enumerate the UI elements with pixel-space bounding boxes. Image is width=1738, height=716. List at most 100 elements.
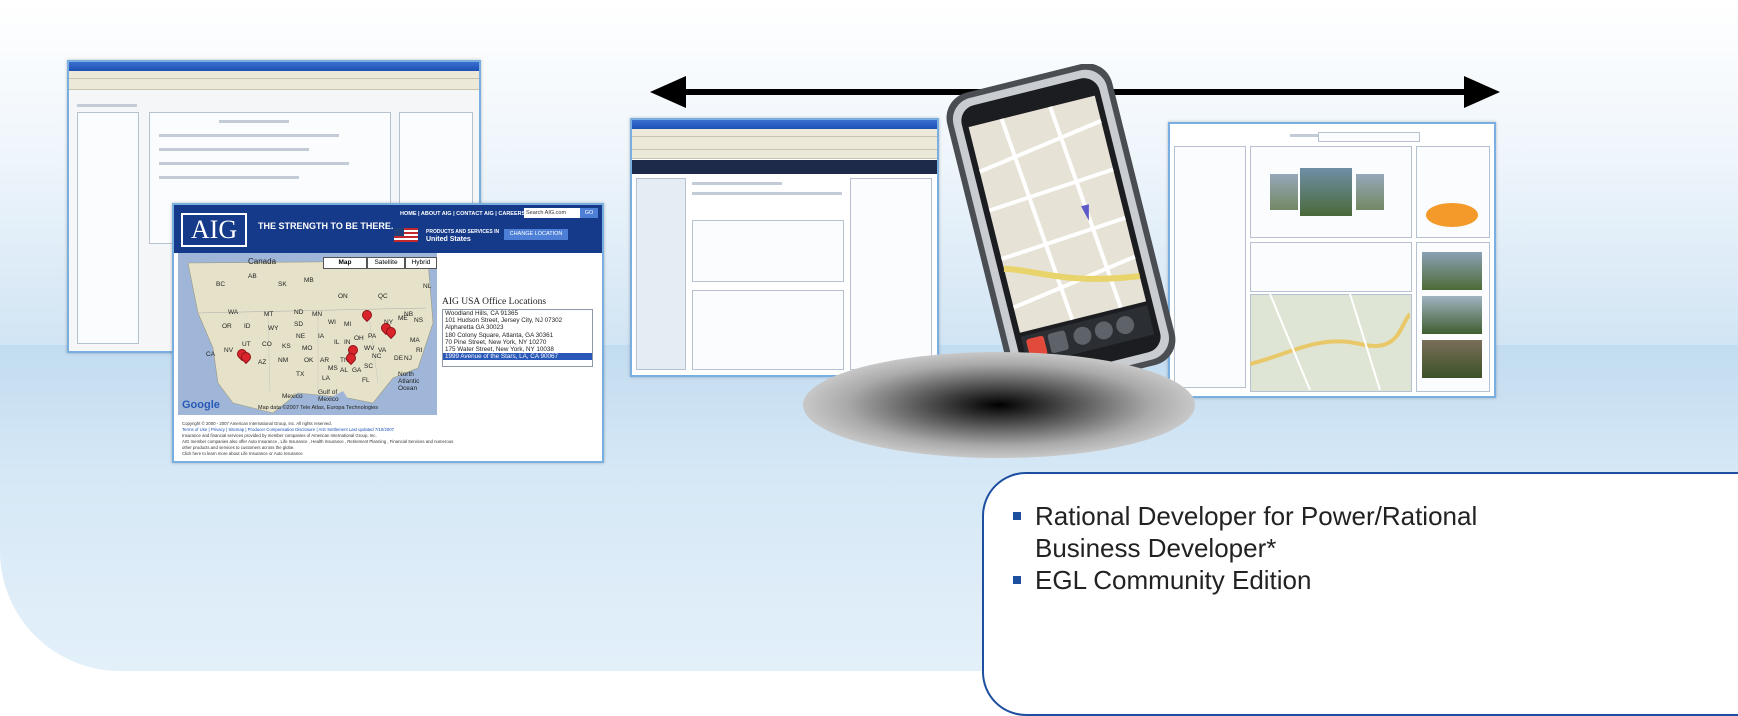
house-photo [1356,174,1384,210]
map-label: UT [242,341,251,348]
footer-links[interactable]: Terms of Use | Privacy | Sitemap | Produ… [182,427,394,432]
bullet-item: Rational Developer for Power/Rational Bu… [1011,500,1571,564]
office-item[interactable]: 101 Hudson Street, Jersey City, NJ 07302 [443,317,592,324]
google-logo: Google [182,399,220,411]
map-label: CA [206,351,216,358]
map-label: NC [372,353,382,360]
browser-screenshot-ie [630,118,939,377]
bullet-text: Rational Developer for Power/Rational Bu… [1035,501,1478,563]
map-label: KS [282,343,291,350]
window-menu-bar [632,129,937,137]
aig-logo: AIG [181,213,247,247]
office-item[interactable]: Alpharetta GA 30023 [443,324,592,331]
content-line [159,134,339,137]
content-line [77,104,137,107]
office-item[interactable]: Woodland Hills, CA 91365 [443,310,592,317]
google-map[interactable]: Map Satellite Hybrid Canada AB SK MB BC … [178,253,437,415]
nav-about[interactable]: ABOUT AIG [421,211,452,217]
map-label: MI [344,321,352,328]
office-item[interactable]: 180 Colony Square, Atlanta, GA 30361 [443,332,592,339]
footer-line: other products and services to customers… [182,445,295,450]
office-item[interactable]: 70 Pine Street, New York, NY 10270 [443,339,592,346]
map-label: DE [394,355,404,362]
product-bullet-list: Rational Developer for Power/Rational Bu… [1011,500,1571,596]
map-type-map[interactable]: Map [323,257,367,269]
map-label: SD [294,321,304,328]
right-column [850,178,932,370]
bullet-icon [1013,576,1021,584]
aig-go-button[interactable]: GO [580,208,598,218]
house-thumbnail[interactable] [1422,296,1482,334]
map-label: MS [328,365,338,372]
footer-line: Copyright © 2000 - 2007 American Interna… [182,421,332,426]
office-location-list[interactable]: Woodland Hills, CA 91365 101 Hudson Stre… [442,309,593,367]
map-label: NS [414,317,424,324]
map-label: AL [340,367,348,374]
house-photo [1270,174,1298,210]
content-line [159,162,349,165]
smartphone-device [946,64,1176,394]
map-credit: Map data ©2007 Tele Atlas, Europa Techno… [258,405,379,411]
house-photo [1300,168,1352,216]
map-label: ID [244,323,251,330]
aig-top-nav: HOME | ABOUT AIG | CONTACT AIG | CAREERS [400,211,526,217]
aig-webpage-screenshot: AIG THE STRENGTH TO BE THERE. HOME | ABO… [172,203,604,463]
aig-header: AIG THE STRENGTH TO BE THERE. HOME | ABO… [174,205,602,253]
map-label: NV [224,347,234,354]
site-banner [632,160,937,174]
aig-search-input[interactable]: Search AIG.com [524,208,582,218]
content-line [159,148,309,151]
map-label: BC [216,281,226,288]
content-line [159,176,299,179]
map-label: TX [296,371,305,378]
map-label: WV [364,345,375,352]
footer-line: Click here to learn more about Life Insu… [182,451,303,456]
window-toolbar [69,79,479,90]
window-menu-bar [69,71,479,79]
window-address-bar [632,150,937,159]
nav-home[interactable]: HOME [400,211,417,217]
products-label: PRODUCTS AND SERVICES IN [426,229,500,235]
nav-contact[interactable]: CONTACT AIG [456,211,494,217]
map-label: Gulf of Mexico [318,389,339,403]
change-location-button[interactable]: CHANGE LOCATION [504,229,568,240]
map-label: AZ [258,359,267,366]
country-label: United States [426,236,471,243]
window-toolbar [632,137,937,150]
desktop-app-screenshot [1168,122,1496,398]
map-label: NE [296,333,306,340]
nav-careers[interactable]: CAREERS [498,211,525,217]
map-label: MB [304,277,314,284]
content-panel [692,220,844,282]
site-sidebar [636,178,686,370]
details-panel [1250,242,1412,292]
house-thumbnail[interactable] [1422,252,1482,290]
map-label: OR [222,323,232,330]
map-label: OH [354,335,364,342]
map-label: MO [302,345,313,352]
office-item-selected[interactable]: 1999 Avenue of the Stars, LA, CA 90067 [443,353,592,361]
office-item[interactable]: 175 Water Street, New York, NY 10038 [443,346,592,353]
map-label: ND [294,309,304,316]
map-label: NL [423,283,432,290]
search-box [1318,132,1420,142]
map-label: MA [410,337,420,344]
map-label: PA [368,333,377,340]
map-label: OK [304,357,314,364]
map-label: WI [328,319,336,326]
map-label: WY [268,325,279,332]
window-title-bar [632,120,937,129]
map-label: NM [278,357,289,364]
map-label: Canada [248,257,277,266]
footer-line: Insurance and financial services provide… [182,433,377,438]
map-label: SK [278,281,287,288]
map-label: CO [262,341,272,348]
map-type-hybrid[interactable]: Hybrid [405,257,437,269]
map-label: WA [228,309,239,316]
map-type-satellite[interactable]: Satellite [367,257,405,269]
content-line [692,192,842,195]
map-label: GA [352,367,362,374]
house-thumbnail[interactable] [1422,340,1482,378]
footer-line: AIG member companies also offer Auto Ins… [182,439,454,444]
map-label: IL [334,339,340,346]
